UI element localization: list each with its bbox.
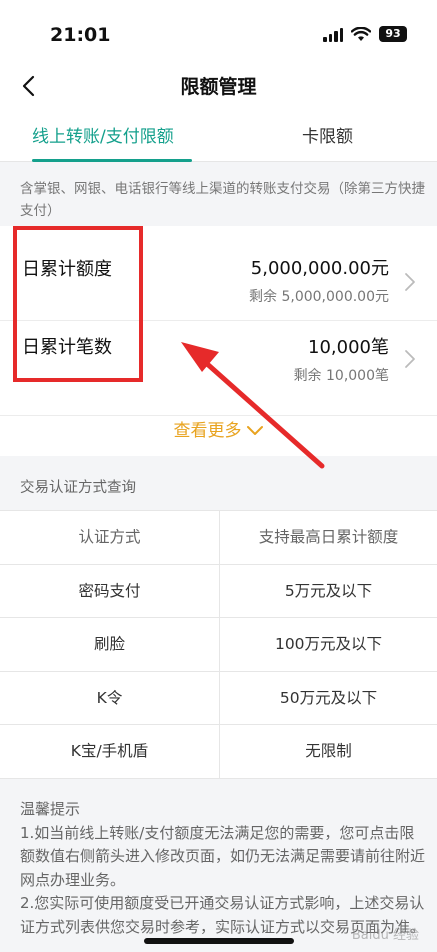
table-cell-limit: 无限制 — [305, 742, 352, 760]
column-header-method: 认证方式 — [0, 511, 220, 564]
battery-icon: 93 — [379, 26, 407, 42]
status-time: 21:01 — [50, 24, 111, 46]
auth-section-title: 交易认证方式查询 — [20, 480, 136, 496]
tab-bar: 线上转账/支付限额 卡限额 — [0, 106, 437, 162]
daily-amount-remaining: 剩余 5,000,000.00元 — [249, 289, 389, 305]
chevron-down-icon — [246, 426, 263, 435]
table-row: 刷脸 100万元及以下 — [0, 618, 437, 672]
status-bar: 21:01 93 — [0, 0, 437, 66]
tips-title: 温馨提示 — [20, 800, 81, 818]
table-row: K宝/手机盾 无限制 — [0, 725, 437, 779]
table-row: K令 50万元及以下 — [0, 671, 437, 725]
column-header-limit: 支持最高日累计额度 — [258, 528, 399, 546]
annotation-highlight-box — [13, 226, 143, 382]
chevron-right-icon[interactable] — [403, 349, 417, 369]
chevron-right-icon[interactable] — [403, 272, 417, 292]
channel-description: 含掌银、网银、电话银行等线上渠道的转账支付交易（除第三方快捷支付） — [20, 181, 425, 219]
table-cell-limit: 100万元及以下 — [274, 635, 383, 653]
table-cell-method: K宝/手机盾 — [0, 725, 220, 778]
nav-bar: 限额管理 — [0, 66, 437, 106]
daily-amount-value: 5,000,000.00元 — [250, 258, 389, 279]
table-cell-method: 密码支付 — [0, 564, 220, 618]
tab-online-limit[interactable]: 线上转账/支付限额 — [32, 122, 174, 147]
watermark: Baidu 经验 — [351, 928, 419, 943]
page-title: 限额管理 — [180, 76, 257, 98]
signal-icon — [323, 27, 343, 42]
table-header-row: 认证方式 支持最高日累计额度 — [0, 511, 437, 565]
table-cell-limit: 5万元及以下 — [284, 581, 373, 600]
table-cell-limit: 50万元及以下 — [279, 688, 378, 707]
status-icons: 93 — [323, 26, 407, 42]
table-cell-method: 刷脸 — [0, 618, 220, 671]
see-more-button[interactable]: 查看更多 — [0, 416, 437, 441]
tips-section: 温馨提示 1.如当前线上转账/支付额度无法满足您的需要，您可点击限额数值右侧箭头… — [20, 798, 425, 939]
tips-item: 1.如当前线上转账/支付额度无法满足您的需要，您可点击限额数值右侧箭头进入修改页… — [20, 823, 426, 889]
see-more-label: 查看更多 — [173, 421, 242, 441]
wifi-icon — [351, 26, 371, 41]
table-row: 密码支付 5万元及以下 — [0, 564, 437, 618]
auth-method-table: 认证方式 支持最高日累计额度 密码支付 5万元及以下 刷脸 100万元及以下 K… — [0, 510, 437, 779]
home-indicator — [144, 938, 294, 944]
daily-count-value: 10,000笔 — [308, 337, 389, 358]
table-cell-method: K令 — [0, 671, 220, 725]
tab-card-limit[interactable]: 卡限额 — [302, 122, 353, 147]
daily-count-remaining: 剩余 10,000笔 — [293, 368, 389, 384]
tab-active-indicator — [32, 159, 192, 162]
